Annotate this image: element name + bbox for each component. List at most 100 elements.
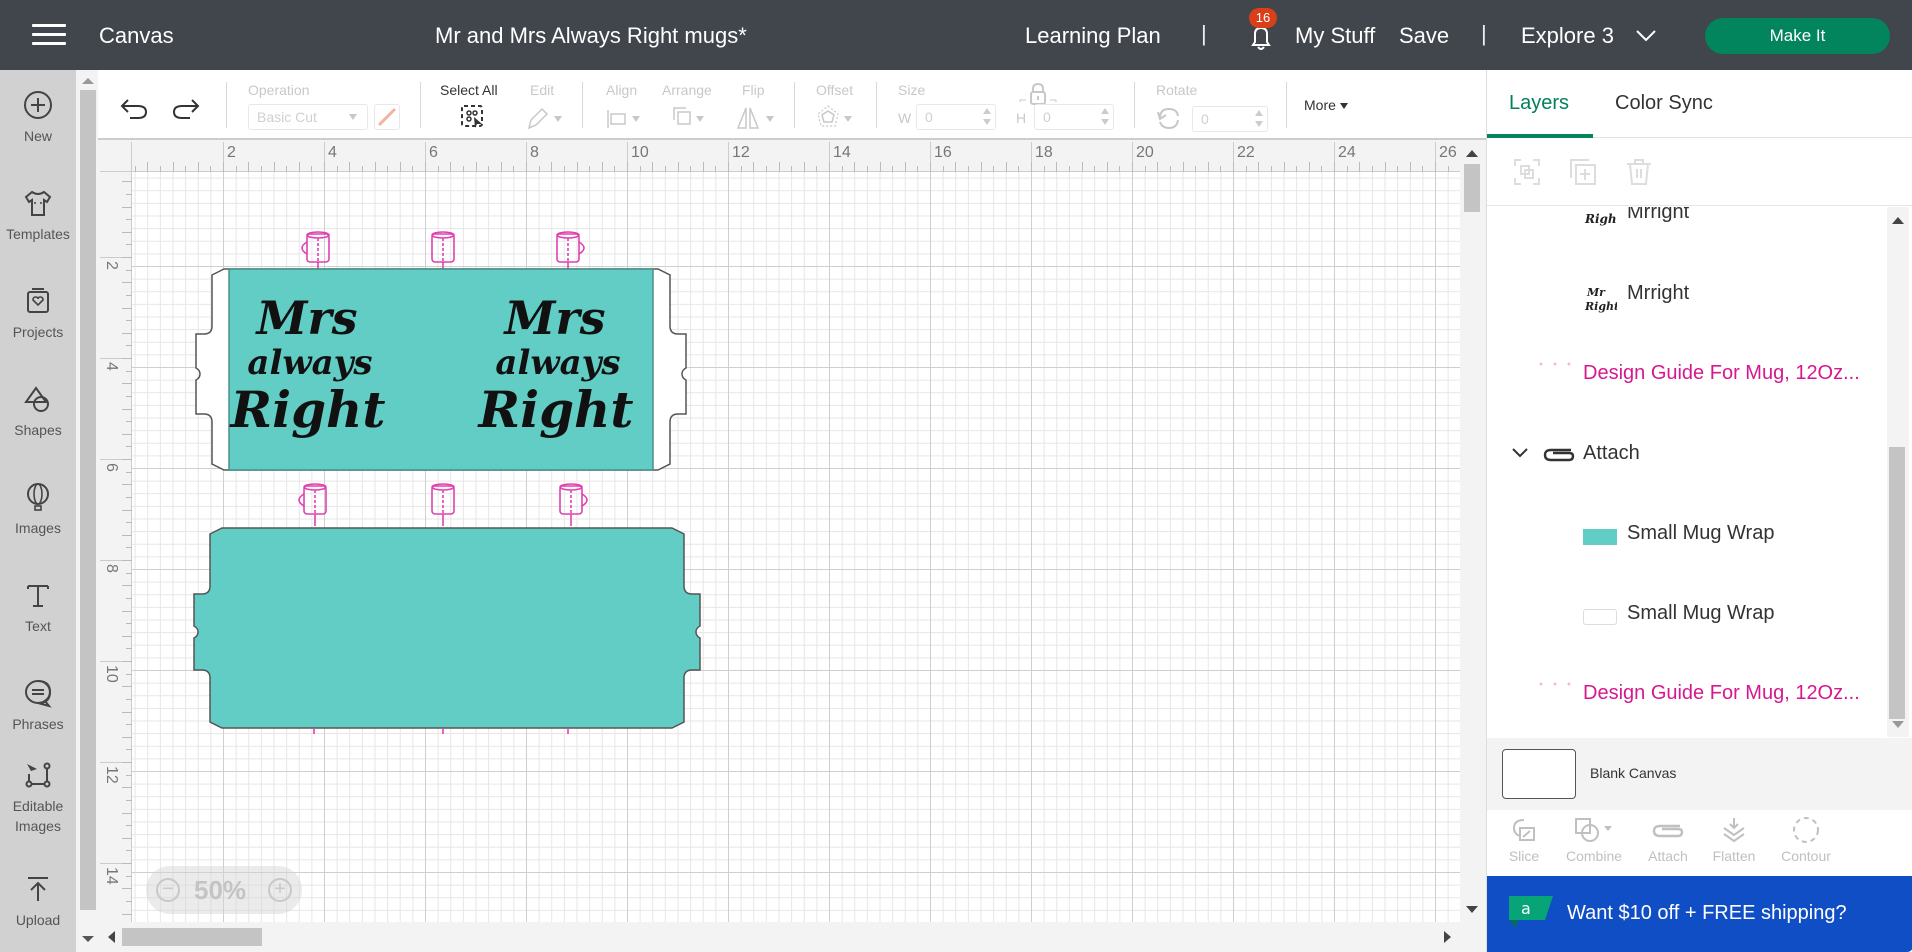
width-input[interactable]: 0 [916, 104, 996, 130]
attach-button[interactable]: Attach [1633, 816, 1703, 864]
sidebar-item-upload[interactable]: Upload [0, 874, 76, 930]
scroll-up-arrow[interactable] [82, 78, 94, 84]
ruler-minor-tick [1157, 162, 1159, 172]
sidebar-item-shapes[interactable]: Shapes [0, 384, 76, 440]
scrollbar-thumb[interactable] [122, 928, 262, 946]
height-input[interactable]: 0 [1034, 104, 1114, 130]
redo-icon[interactable] [172, 98, 200, 120]
scroll-right-arrow[interactable] [1444, 931, 1451, 943]
more-menu-button[interactable]: More [1304, 97, 1348, 113]
upload-icon [28, 877, 48, 901]
zoom-out-button[interactable]: − [156, 878, 180, 902]
tab-color-sync[interactable]: Color Sync [1615, 92, 1713, 115]
zoom-control: − 50% + [146, 866, 302, 914]
layer-item[interactable]: Design Guide For Mug, 12Oz... [1487, 680, 1887, 710]
sidebar-item-images[interactable]: Images [0, 482, 76, 538]
operation-select[interactable]: Basic Cut [248, 104, 368, 130]
layer-item[interactable]: Small Mug Wrap [1487, 520, 1887, 550]
ruler-minor-tick [854, 162, 856, 172]
sidebar-item-editable-images[interactable]: Editable Images [0, 760, 76, 836]
operation-label: Operation [248, 82, 310, 98]
layers-panel: Layers Color Sync Right Mrright MrRight … [1486, 70, 1912, 952]
scroll-left-arrow[interactable] [108, 931, 115, 943]
bell-icon[interactable] [1248, 24, 1274, 52]
sidebar-item-new[interactable]: New [0, 90, 76, 146]
mug-wrap-top[interactable]: Mrs always Right Mrs always Right [182, 222, 742, 482]
contour-button[interactable]: Contour [1771, 816, 1841, 864]
group-icon[interactable] [1513, 158, 1541, 186]
rotate-icon[interactable] [1156, 106, 1182, 132]
operation-color-swatch[interactable] [374, 104, 400, 130]
speech-bubble-icon [25, 680, 52, 708]
hamburger-icon[interactable] [32, 24, 66, 46]
flip-icon[interactable] [736, 106, 780, 130]
design-guide-icon [1539, 682, 1571, 686]
scrollbar-thumb[interactable] [1464, 164, 1480, 212]
edit-toolbar: Operation Basic Cut Select All Edit Alig… [98, 70, 1486, 140]
machine-selector[interactable]: Explore 3 [1521, 23, 1656, 49]
trash-icon[interactable] [1625, 158, 1653, 186]
ruler-minor-tick [879, 162, 881, 172]
flatten-button[interactable]: Flatten [1699, 816, 1769, 864]
select-all-icon[interactable] [460, 104, 486, 130]
layer-name: Attach [1583, 442, 1640, 464]
sidebar-item-text[interactable]: Text [0, 580, 76, 636]
slice-button[interactable]: Slice [1489, 816, 1559, 864]
scroll-down-arrow[interactable] [82, 936, 94, 942]
ruler-minor-tick [172, 162, 174, 172]
arrange-icon[interactable] [672, 106, 712, 130]
ruler-label: 2 [103, 261, 120, 270]
offset-icon[interactable] [816, 104, 860, 132]
rotate-stepper[interactable] [1255, 110, 1263, 128]
canvas-horizontal-scrollbar[interactable] [98, 922, 1460, 952]
undo-icon[interactable] [120, 98, 148, 120]
learning-plan-link[interactable]: Learning Plan [1025, 23, 1161, 49]
align-icon[interactable] [606, 108, 646, 130]
layer-item[interactable]: Mr Right Mrright [1487, 280, 1887, 313]
sidebar-item-templates[interactable]: Templates [0, 188, 76, 244]
scrollbar-thumb[interactable] [80, 90, 96, 910]
promo-banner[interactable]: a Want $10 off + FREE shipping? [1487, 876, 1912, 952]
tab-layers[interactable]: Layers [1509, 92, 1569, 115]
layer-group-attach[interactable]: Attach [1487, 440, 1887, 470]
duplicate-icon[interactable] [1569, 158, 1597, 186]
sidebar-scrollbar[interactable] [78, 70, 98, 952]
combine-button[interactable]: Combine [1559, 816, 1629, 864]
mug-wrap-bottom[interactable] [182, 474, 742, 734]
layer-item[interactable]: Design Guide For Mug, 12Oz... [1487, 360, 1887, 390]
blank-canvas-label: Blank Canvas [1590, 765, 1677, 781]
width-stepper[interactable] [983, 108, 991, 126]
layers-scrollbar[interactable] [1887, 207, 1909, 737]
scroll-down-arrow[interactable] [1892, 721, 1904, 728]
ruler-label: 2 [227, 144, 236, 161]
sidebar-item-projects[interactable]: Projects [0, 286, 76, 342]
my-stuff-link[interactable]: My Stuff [1295, 23, 1375, 49]
scrollbar-thumb[interactable] [1889, 447, 1905, 719]
canvas-vertical-scrollbar[interactable] [1460, 142, 1484, 922]
chevron-down-icon[interactable] [1511, 446, 1529, 460]
scroll-down-arrow[interactable] [1466, 906, 1478, 913]
layer-item[interactable]: Small Mug Wrap [1487, 600, 1887, 630]
design-canvas[interactable]: 2468101214161820222426 02468101214 Mrs a… [100, 142, 1460, 922]
height-stepper[interactable] [1101, 108, 1109, 126]
ruler-minor-tick [122, 231, 132, 233]
sidebar-item-phrases[interactable]: Phrases [0, 678, 76, 734]
sidebar-item-label: Upload [15, 912, 61, 928]
scroll-up-arrow[interactable] [1466, 150, 1478, 157]
ruler-minor-tick [122, 282, 132, 284]
layer-item[interactable]: Right Mrright [1487, 207, 1887, 229]
blank-canvas-row[interactable]: Blank Canvas [1487, 738, 1912, 810]
flip-label: Flip [742, 82, 765, 98]
rotate-input[interactable]: 0 [1192, 106, 1268, 132]
ruler-minor-tick [1106, 162, 1108, 172]
ruler-corner [100, 142, 132, 172]
ruler-minor-tick [1031, 162, 1032, 172]
scroll-up-arrow[interactable] [1892, 217, 1904, 224]
pencil-icon[interactable] [526, 106, 566, 130]
save-button[interactable]: Save [1399, 23, 1449, 49]
zoom-in-button[interactable]: + [268, 878, 292, 902]
blank-canvas-swatch[interactable] [1502, 749, 1576, 799]
make-it-button[interactable]: Make It [1705, 18, 1890, 54]
size-label: Size [898, 82, 926, 98]
ruler-minor-tick [122, 332, 132, 334]
